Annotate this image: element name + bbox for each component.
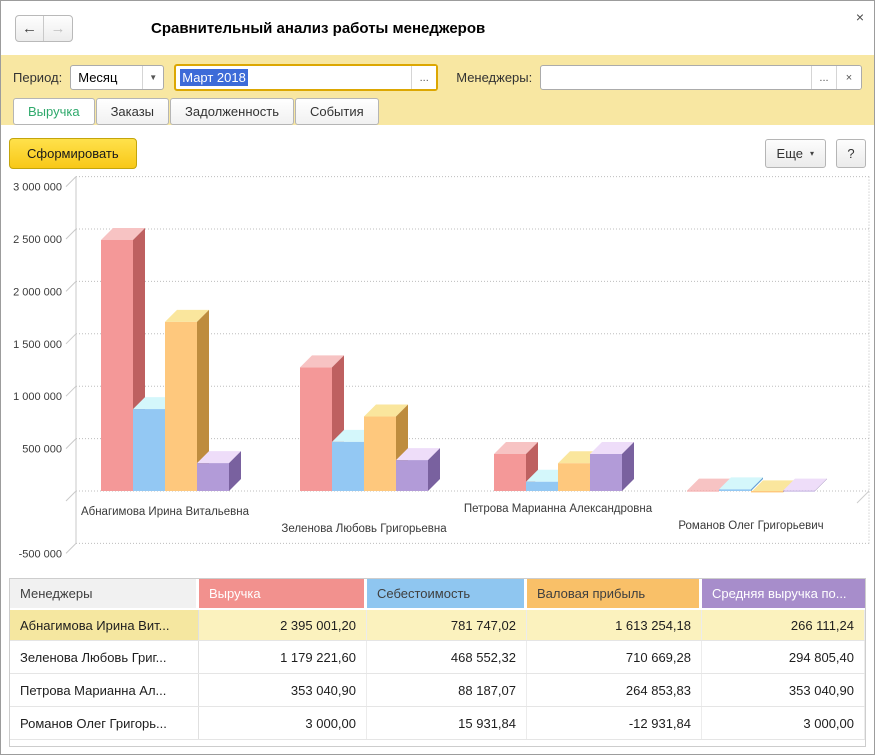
- table-header-row: МенеджерыВыручкаСебестоимостьВаловая при…: [10, 579, 865, 608]
- back-arrow-icon: ←: [22, 20, 37, 37]
- period-value-selected: Март 2018: [180, 69, 248, 86]
- table-cell[interactable]: Петрова Марианна Ал...: [10, 674, 199, 706]
- table-cell[interactable]: 2 395 001,20: [199, 610, 367, 640]
- bar-front-face: [133, 409, 165, 491]
- category-label: Петрова Марианна Александровна: [464, 503, 653, 515]
- period-picker-button[interactable]: ...: [411, 66, 436, 89]
- column-header[interactable]: Выручка: [199, 579, 364, 608]
- more-button[interactable]: Еще ▾: [765, 139, 826, 168]
- svg-text:-500 000: -500 000: [19, 548, 62, 560]
- forward-arrow-icon: →: [51, 20, 66, 37]
- table-cell[interactable]: Зеленова Любовь Григ...: [10, 641, 199, 673]
- close-icon[interactable]: ×: [856, 9, 864, 25]
- table-row[interactable]: Петрова Марианна Ал...353 040,9088 187,0…: [10, 674, 865, 707]
- action-row: Сформировать Еще ▾ ?: [1, 125, 874, 174]
- bar-front-face: [687, 491, 719, 492]
- report-window: ← → Сравнительный анализ работы менеджер…: [0, 0, 875, 755]
- bar-front-face: [494, 454, 526, 491]
- chevron-down-icon[interactable]: ▼: [142, 66, 163, 89]
- table-row[interactable]: Абнагимова Ирина Вит...2 395 001,20781 7…: [10, 608, 865, 641]
- bar-front-face: [590, 454, 622, 491]
- tab-zakazy[interactable]: Заказы: [96, 98, 169, 125]
- table-cell[interactable]: Романов Олег Григорь...: [10, 707, 199, 739]
- table-cell[interactable]: 1 613 254,18: [527, 610, 702, 640]
- table-cell[interactable]: 468 552,32: [367, 641, 527, 673]
- more-button-label: Еще: [777, 146, 803, 161]
- table-body: Абнагимова Ирина Вит...2 395 001,20781 7…: [10, 608, 865, 740]
- column-header[interactable]: Себестоимость: [367, 579, 524, 608]
- table-row[interactable]: Зеленова Любовь Григ...1 179 221,60468 5…: [10, 641, 865, 674]
- generate-button[interactable]: Сформировать: [9, 138, 137, 169]
- forward-button[interactable]: →: [44, 16, 72, 41]
- table-cell[interactable]: 264 853,83: [527, 674, 702, 706]
- parameters-band: Период: Месяц ▼ Март 2018 ... Менеджеры:…: [1, 55, 874, 125]
- bar-front-face: [526, 482, 558, 491]
- bar-front-face: [719, 489, 751, 491]
- nav-buttons: ← →: [15, 15, 73, 42]
- period-type-value: Месяц: [71, 66, 142, 89]
- table-cell[interactable]: 88 187,07: [367, 674, 527, 706]
- table-cell[interactable]: 710 669,28: [527, 641, 702, 673]
- bar-front-face: [364, 417, 396, 491]
- period-input-empty-area[interactable]: [248, 66, 411, 89]
- column-header[interactable]: Менеджеры: [10, 579, 196, 608]
- bar-front-face: [396, 460, 428, 491]
- category-label: Зеленова Любовь Григорьевна: [281, 523, 447, 535]
- category-label: Романов Олег Григорьевич: [678, 520, 823, 532]
- column-header[interactable]: Валовая прибыль: [527, 579, 699, 608]
- tab-vyruchka[interactable]: Выручка: [13, 98, 95, 125]
- svg-text:500 000: 500 000: [22, 444, 62, 456]
- bar-front-face: [558, 463, 590, 491]
- bar-front-face: [165, 322, 197, 491]
- svg-text:2 000 000: 2 000 000: [13, 286, 62, 298]
- category-label: Абнагимова Ирина Витальевна: [81, 506, 250, 518]
- managers-clear-button[interactable]: ×: [836, 66, 861, 89]
- svg-text:3 000 000: 3 000 000: [13, 182, 62, 194]
- svg-text:1 500 000: 1 500 000: [13, 339, 62, 351]
- table-row[interactable]: Романов Олег Григорь...3 000,0015 931,84…: [10, 707, 865, 740]
- back-button[interactable]: ←: [16, 16, 44, 41]
- bar-front-face: [332, 442, 364, 491]
- period-type-select[interactable]: Месяц ▼: [70, 65, 164, 90]
- managers-input[interactable]: ... ×: [540, 65, 862, 90]
- table-cell[interactable]: Абнагимова Ирина Вит...: [10, 610, 199, 640]
- managers-picker-button[interactable]: ...: [811, 66, 836, 89]
- table-cell[interactable]: -12 931,84: [527, 707, 702, 739]
- titlebar: ← → Сравнительный анализ работы менеджер…: [1, 1, 874, 55]
- period-row: Период: Месяц ▼ Март 2018 ... Менеджеры:…: [13, 64, 862, 91]
- results-table: МенеджерыВыручкаСебестоимостьВаловая при…: [9, 578, 866, 747]
- table-cell[interactable]: 3 000,00: [199, 707, 367, 739]
- period-label: Период:: [13, 70, 62, 85]
- help-button[interactable]: ?: [836, 139, 866, 168]
- svg-text:1 000 000: 1 000 000: [13, 391, 62, 403]
- tab-sobytiya[interactable]: События: [295, 98, 379, 125]
- bar-front-face: [300, 367, 332, 491]
- table-cell[interactable]: 3 000,00: [702, 707, 865, 739]
- table-cell[interactable]: 353 040,90: [199, 674, 367, 706]
- managers-field[interactable]: [541, 66, 811, 89]
- table-cell[interactable]: 294 805,40: [702, 641, 865, 673]
- table-cell[interactable]: 353 040,90: [702, 674, 865, 706]
- table-footer: [10, 740, 865, 746]
- bar-front-face: [751, 491, 783, 492]
- bar-front-face: [783, 491, 815, 492]
- table-cell[interactable]: 781 747,02: [367, 610, 527, 640]
- table-cell[interactable]: 266 111,24: [702, 610, 865, 640]
- period-input[interactable]: Март 2018 ...: [174, 64, 438, 91]
- managers-label: Менеджеры:: [456, 70, 532, 85]
- page-title: Сравнительный анализ работы менеджеров: [151, 20, 485, 37]
- bar-front-face: [197, 463, 229, 491]
- svg-text:2 500 000: 2 500 000: [13, 234, 62, 246]
- bar-front-face: [101, 240, 133, 491]
- bar-chart: -500 000 500 000 1 000 000 1 500 000 2 000 0…: [1, 174, 874, 576]
- table-cell[interactable]: 1 179 221,60: [199, 641, 367, 673]
- bar-chart-canvas: -500 000 500 000 1 000 000 1 500 000 2 000 0…: [1, 174, 875, 576]
- column-header[interactable]: Средняя выручка по...: [702, 579, 865, 608]
- tab-zadolzhennost[interactable]: Задолженность: [170, 98, 294, 125]
- chevron-down-icon: ▾: [810, 149, 814, 158]
- report-tabs: Выручка Заказы Задолженность События: [13, 98, 862, 125]
- table-cell[interactable]: 15 931,84: [367, 707, 527, 739]
